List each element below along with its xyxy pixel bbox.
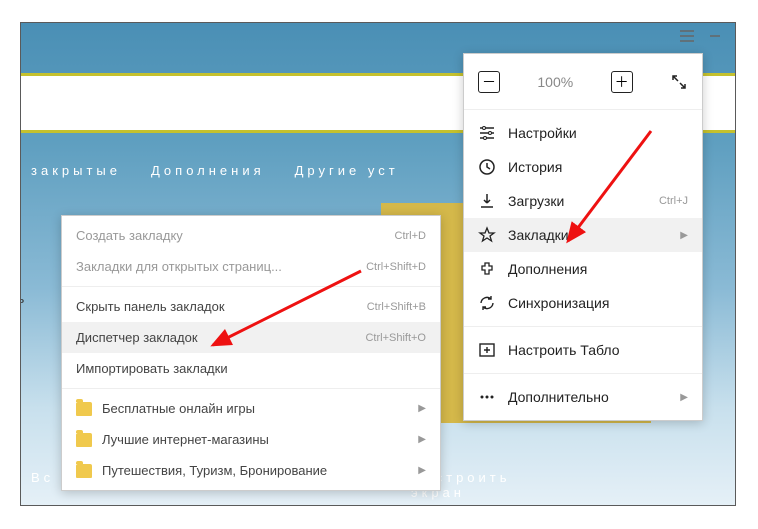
shortcut: Ctrl+D — [395, 230, 426, 242]
menu-label: Скрыть панель закладок — [76, 299, 357, 314]
chevron-right-icon: ▶ — [418, 434, 426, 445]
submenu-bookmark-manager[interactable]: Диспетчер закладок Ctrl+Shift+O — [62, 322, 440, 353]
bookmarks-toolbar: закрытые Дополнения Другие уст — [21, 163, 399, 178]
cropped-text: сть — [20, 291, 59, 306]
submenu-folder-travel[interactable]: Путешествия, Туризм, Бронирование ▶ — [62, 455, 440, 486]
chevron-right-icon: ▶ — [418, 403, 426, 414]
submenu-folder-games[interactable]: Бесплатные онлайн игры ▶ — [62, 393, 440, 424]
menu-label: Настроить Табло — [508, 342, 688, 358]
folder-icon — [76, 464, 92, 478]
toolbar-link-addons[interactable]: Дополнения — [151, 163, 265, 178]
zoom-in-button[interactable]: ＋ — [611, 71, 633, 93]
submenu-create-bookmark[interactable]: Создать закладку Ctrl+D — [62, 220, 440, 251]
browser-window: закрытые Дополнения Другие уст сть Вс На… — [20, 22, 736, 506]
folder-icon — [76, 433, 92, 447]
chevron-right-icon: ▶ — [418, 465, 426, 476]
menu-label: Дополнения — [508, 261, 688, 277]
settings-icon — [478, 124, 496, 142]
main-menu: － 100% ＋ Настройки История Загрузки Ctrl… — [463, 53, 703, 421]
submenu-import-bookmarks[interactable]: Импортировать закладки — [62, 353, 440, 384]
bookmarks-submenu: Создать закладку Ctrl+D Закладки для отк… — [61, 215, 441, 491]
submenu-folder-shops[interactable]: Лучшие интернет-магазины ▶ — [62, 424, 440, 455]
menu-tablo[interactable]: Настроить Табло — [464, 333, 702, 367]
menu-label: История — [508, 159, 688, 175]
grid-plus-icon — [478, 341, 496, 359]
window-controls — [673, 23, 735, 49]
hamburger-menu-button[interactable] — [673, 23, 701, 49]
minimize-button[interactable] — [701, 23, 729, 49]
menu-history[interactable]: История — [464, 150, 702, 184]
shortcut: Ctrl+Shift+B — [367, 301, 426, 313]
menu-label: Закладки для открытых страниц... — [76, 259, 356, 274]
bottom-bar: Вс Настроить экран — [21, 470, 54, 485]
zoom-controls: － 100% ＋ — [464, 54, 702, 110]
bottom-left-text: Вс — [31, 470, 54, 485]
chevron-right-icon: ▶ — [680, 230, 688, 241]
zoom-out-button[interactable]: － — [478, 71, 500, 93]
shortcut: Ctrl+Shift+D — [366, 261, 426, 273]
menu-label: Диспетчер закладок — [76, 330, 355, 345]
more-icon — [478, 388, 496, 406]
menu-label: Закладки — [508, 227, 664, 243]
menu-downloads[interactable]: Загрузки Ctrl+J — [464, 184, 702, 218]
menu-addons[interactable]: Дополнения — [464, 252, 702, 286]
shortcut: Ctrl+J — [659, 195, 688, 207]
chevron-right-icon: ▶ — [680, 392, 688, 403]
menu-label: Дополнительно — [508, 389, 664, 405]
menu-label: Настройки — [508, 125, 688, 141]
menu-settings[interactable]: Настройки — [464, 116, 702, 150]
menu-more[interactable]: Дополнительно ▶ — [464, 380, 702, 414]
toolbar-link-closed[interactable]: закрытые — [31, 163, 121, 178]
menu-label: Создать закладку — [76, 228, 385, 243]
menu-label: Загрузки — [508, 193, 647, 209]
star-icon — [478, 226, 496, 244]
menu-label: Импортировать закладки — [76, 361, 426, 376]
history-icon — [478, 158, 496, 176]
menu-bookmarks[interactable]: Закладки ▶ — [464, 218, 702, 252]
shortcut: Ctrl+Shift+O — [365, 332, 426, 344]
menu-label: Путешествия, Туризм, Бронирование — [102, 463, 408, 478]
menu-label: Синхронизация — [508, 295, 688, 311]
puzzle-icon — [478, 260, 496, 278]
menu-sync[interactable]: Синхронизация — [464, 286, 702, 320]
menu-label: Лучшие интернет-магазины — [102, 432, 408, 447]
toolbar-link-devices[interactable]: Другие уст — [295, 163, 399, 178]
submenu-bookmark-open-tabs[interactable]: Закладки для открытых страниц... Ctrl+Sh… — [62, 251, 440, 282]
folder-icon — [76, 402, 92, 416]
fullscreen-icon[interactable] — [670, 73, 688, 91]
menu-label: Бесплатные онлайн игры — [102, 401, 408, 416]
download-icon — [478, 192, 496, 210]
sync-icon — [478, 294, 496, 312]
zoom-value: 100% — [537, 74, 573, 90]
submenu-hide-bookmarks-bar[interactable]: Скрыть панель закладок Ctrl+Shift+B — [62, 291, 440, 322]
